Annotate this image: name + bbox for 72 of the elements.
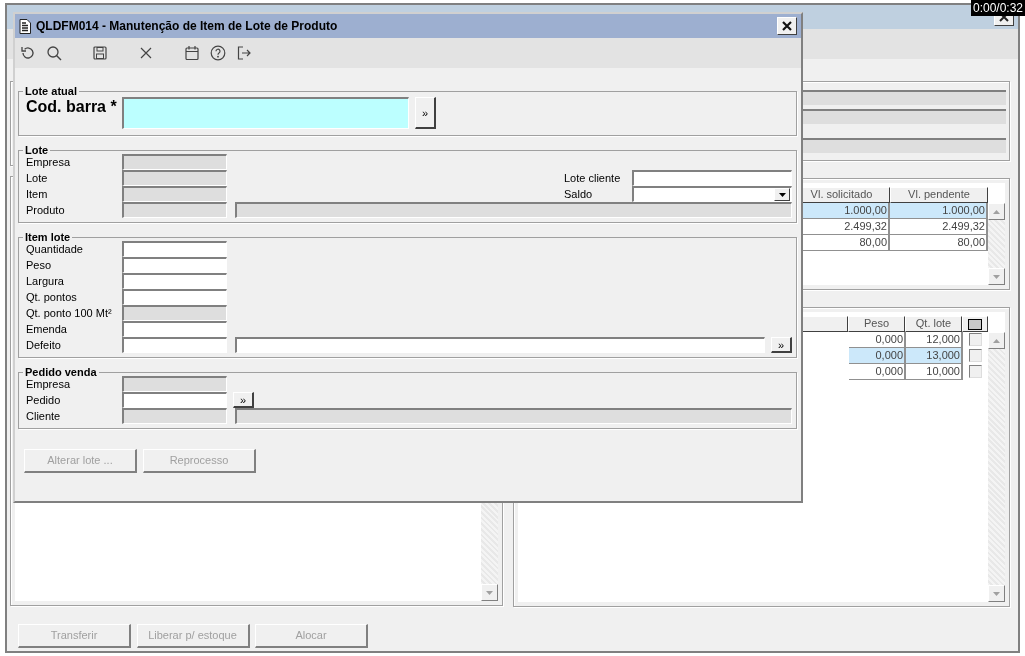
field-label: Saldo: [564, 187, 594, 202]
column-header[interactable]: Vl. pendente: [890, 187, 988, 203]
lookup-button[interactable]: »: [771, 337, 792, 353]
text-field[interactable]: [122, 392, 227, 408]
up-arrow-icon[interactable]: [993, 209, 1000, 214]
close-icon[interactable]: [138, 45, 154, 61]
group-title: Lote: [24, 144, 50, 157]
column-header[interactable]: [962, 316, 988, 332]
field-label: Defeito: [26, 338, 62, 353]
text-field[interactable]: [122, 257, 227, 273]
text-field[interactable]: [235, 337, 765, 353]
up-arrow-icon[interactable]: [993, 338, 1000, 343]
field-label: Cliente: [26, 409, 62, 424]
group-title: Lote atual: [24, 85, 78, 98]
text-field[interactable]: [122, 321, 227, 337]
field-label: Empresa: [26, 377, 72, 392]
table-cell: 0,000: [849, 348, 906, 364]
checkbox[interactable]: [969, 349, 982, 362]
table-cell: 0,000: [849, 332, 906, 348]
table-cell: 0,000: [849, 364, 906, 380]
text-field[interactable]: [122, 241, 227, 257]
dropdown[interactable]: [632, 186, 792, 202]
field-label: Largura: [26, 274, 65, 289]
text-field[interactable]: [122, 289, 227, 305]
down-arrow-icon[interactable]: [993, 274, 1000, 279]
field-label: Produto: [26, 203, 66, 218]
caret-icon[interactable]: [778, 192, 786, 197]
group-title: Item lote: [24, 231, 72, 244]
undo-icon[interactable]: [20, 45, 36, 61]
field-label: Quantidade: [26, 242, 84, 257]
exit-icon[interactable]: [236, 45, 252, 61]
help-icon[interactable]: [210, 45, 226, 61]
checkbox[interactable]: [969, 333, 982, 346]
down-arrow-icon[interactable]: [486, 590, 493, 595]
window-title: QLDFM014 - Manutenção de Item de Lote de Produto: [36, 18, 338, 35]
field-label: Qt. pontos: [26, 290, 78, 305]
field-label: Pedido: [26, 393, 62, 408]
save-icon[interactable]: [92, 45, 108, 61]
column-header[interactable]: Qt. lote: [905, 316, 962, 332]
text-field[interactable]: [632, 170, 792, 186]
field-label: Cod. barra *: [26, 97, 118, 117]
lookup-button[interactable]: »: [415, 97, 436, 129]
field-label: Lote cliente: [564, 171, 622, 186]
table-cell: 80,00: [890, 235, 988, 251]
table-cell: 12,000: [906, 332, 963, 348]
search-icon[interactable]: [46, 45, 62, 61]
field-label: Peso: [26, 258, 53, 273]
text-field[interactable]: [122, 337, 227, 353]
checkbox[interactable]: [969, 365, 982, 378]
table-cell: 10,000: [906, 364, 963, 380]
close-icon: [782, 21, 792, 31]
checkbox-icon: [968, 318, 982, 330]
lookup-button[interactable]: »: [233, 392, 254, 408]
group-title: Pedido venda: [24, 366, 98, 379]
field-label: Emenda: [26, 322, 68, 337]
table-cell: 2.499,32: [890, 219, 988, 235]
barcode-field[interactable]: [122, 97, 409, 129]
column-header[interactable]: Peso: [848, 316, 905, 332]
field-label: Empresa: [26, 155, 72, 170]
close-button[interactable]: [777, 17, 797, 35]
document-icon: [19, 18, 31, 34]
field-label: Lote: [26, 171, 49, 186]
scrollbar[interactable]: [988, 203, 1005, 285]
scrollbar[interactable]: [988, 332, 1005, 602]
field-label: Item: [26, 187, 49, 202]
field-label: Qt. ponto 100 Mt²: [26, 306, 113, 321]
table-cell: 13,000: [906, 348, 963, 364]
table-cell: 1.000,00: [890, 203, 988, 219]
down-arrow-icon[interactable]: [993, 591, 1000, 596]
calendar-icon[interactable]: [184, 45, 200, 61]
timestamp-tooltip: 0:00/0:32: [970, 0, 1025, 16]
text-field[interactable]: [122, 273, 227, 289]
